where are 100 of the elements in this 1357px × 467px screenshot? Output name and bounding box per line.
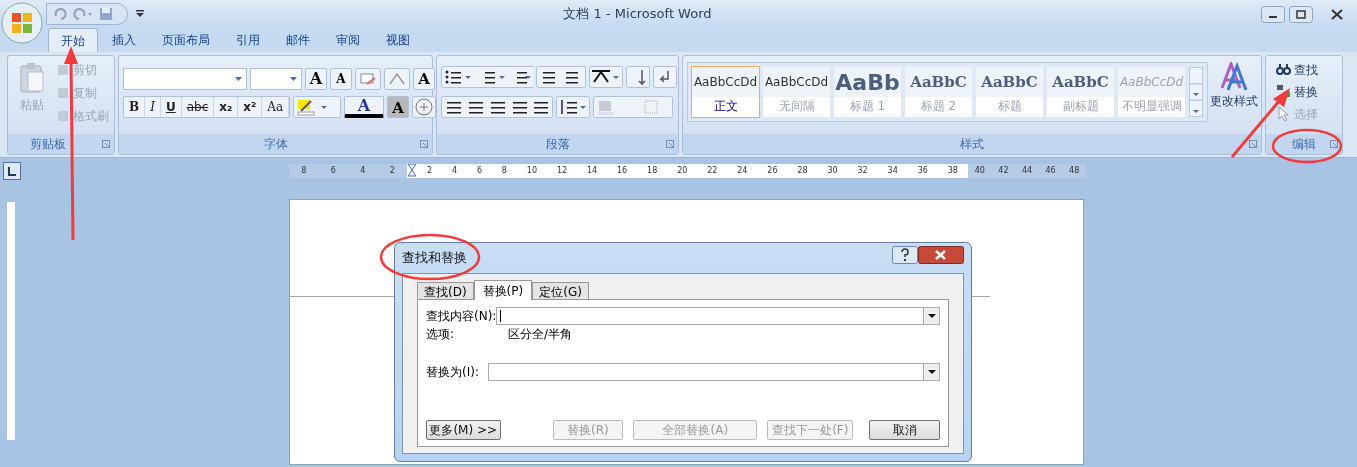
alignment-buttons-icon[interactable] [441, 96, 553, 118]
ruler-number: 44 [1021, 165, 1033, 177]
dialog-launcher-icon[interactable] [1249, 140, 1257, 148]
ruler-number: 24 [737, 165, 748, 177]
indent-buttons-icon[interactable] [536, 66, 586, 88]
ruler-number: 2 [389, 165, 395, 177]
dialog-button[interactable]: 更多(M) >> [426, 420, 501, 440]
style-name: 标题 1 [848, 98, 887, 115]
dropdown-caret-icon [927, 370, 936, 374]
style-preset[interactable]: AaBbCcDd 无间隔 [763, 67, 830, 117]
pointer-icon [1276, 106, 1291, 121]
ribbon-tab[interactable]: 引用 [224, 28, 272, 52]
editing-button[interactable]: 查找 [1276, 59, 1318, 80]
font-name-field[interactable] [123, 68, 247, 90]
ruler-number: 28 [797, 165, 808, 177]
style-preset[interactable]: AaBbC 副标题 [1047, 67, 1114, 117]
ruler-number: 18 [647, 165, 658, 177]
line-spacing-icon[interactable] [556, 96, 590, 118]
ruler-number: 42 [998, 165, 1009, 177]
font-format-button[interactable]: A [330, 68, 352, 90]
paragraph-mark-icon[interactable] [653, 66, 677, 88]
enclose-characters-icon[interactable] [412, 96, 437, 118]
ruler-number: 20 [677, 165, 688, 177]
text-cursor [500, 310, 502, 322]
save-icon[interactable] [99, 7, 113, 21]
ribbon-tab[interactable]: 页面布局 [150, 28, 222, 52]
ribbon-tab[interactable]: 开始 [48, 28, 98, 52]
style-preset[interactable]: AaBbCcDd 正文 [692, 67, 759, 117]
combo-field[interactable] [488, 363, 940, 381]
ruler-number: 12 [556, 165, 568, 177]
highlight-color-icon[interactable] [293, 96, 342, 118]
style-preview: AaBbCcDd [764, 74, 829, 91]
font-format-button[interactable]: A [305, 68, 327, 90]
help-icon[interactable] [892, 246, 918, 264]
style-preview: AaBbC [1052, 71, 1109, 93]
dialog-tab[interactable]: 查找(D) [417, 282, 474, 299]
font-format-button[interactable]: x₂ [214, 97, 239, 117]
dropdown-caret-icon [235, 77, 242, 81]
group-label: 剪贴板 [30, 136, 66, 153]
font-size-field[interactable] [250, 68, 302, 90]
font-format-button[interactable]: abc [181, 97, 215, 117]
dialog-launcher-icon[interactable] [666, 140, 674, 148]
list-buttons-icon[interactable] [441, 66, 533, 88]
sort-icon[interactable] [626, 66, 650, 88]
font-format-button[interactable]: x² [238, 97, 263, 117]
style-preview: AaBbCcDd [1119, 74, 1184, 91]
ruler-number: 4 [360, 165, 366, 177]
ruler-number: 6 [330, 165, 336, 177]
ribbon-tab[interactable]: 邮件 [274, 28, 322, 52]
style-preset[interactable]: AaBbC 标题 [976, 67, 1043, 117]
style-name: 正文 [712, 98, 739, 115]
font-format-button[interactable]: A [413, 68, 435, 90]
clear-formatting-icon[interactable] [355, 68, 381, 90]
ribbon-tab[interactable]: 审阅 [324, 28, 372, 52]
dialog-launcher-icon[interactable] [1330, 140, 1338, 148]
dialog-button[interactable]: 取消 [869, 420, 940, 440]
group-label: 段落 [545, 136, 570, 153]
ruler-number: 36 [917, 165, 928, 177]
field-label: 替换为(I): [426, 364, 479, 381]
font-format-button[interactable]: Aa [262, 97, 290, 117]
style-preview: AaBbCcDd [693, 74, 758, 91]
minimize-icon[interactable] [1261, 5, 1285, 23]
redo-icon[interactable] [53, 7, 67, 21]
restore-icon[interactable] [1289, 5, 1313, 23]
clipboard-tool-icon [56, 86, 70, 100]
style-preset[interactable]: AaBbC 标题 2 [905, 67, 972, 117]
customize-caret-icon[interactable] [136, 10, 144, 18]
dialog-tab[interactable]: 替换(P) [473, 280, 533, 300]
group-label: 样式 [960, 136, 984, 153]
close-icon[interactable] [918, 246, 964, 264]
font-format-button[interactable]: U [160, 97, 182, 117]
font-format-button[interactable]: B [124, 97, 146, 117]
gallery-scroll-icon[interactable] [1189, 67, 1203, 117]
window-title: 文档 1 - Microsoft Word [563, 5, 712, 24]
change-styles-button[interactable]: 更改样式 [1210, 56, 1258, 134]
clipboard-tool-icon [56, 63, 70, 77]
undo-icon[interactable] [73, 7, 93, 21]
tab-selector-icon[interactable] [3, 162, 21, 180]
font-format-button[interactable]: I [145, 97, 161, 117]
combo-field[interactable] [496, 307, 940, 325]
ruler-number: 40 [974, 165, 985, 177]
dialog-launcher-icon[interactable] [102, 140, 110, 148]
style-preset[interactable]: AaBb 标题 1 [834, 67, 901, 117]
style-preview: AaBbC [981, 71, 1038, 93]
ruler-number: 14 [586, 165, 598, 177]
style-preview: AaBb [835, 68, 900, 97]
change-styles-icon [1219, 62, 1249, 92]
ruler-number: 22 [707, 165, 718, 177]
options-value: 区分全/半角 [508, 326, 573, 343]
ruler-number: 6 [476, 165, 482, 177]
asian-layout-icon[interactable] [589, 66, 623, 88]
font-color-button[interactable]: A [344, 96, 385, 118]
ribbon-tab[interactable]: 插入 [100, 28, 148, 52]
dialog-tab[interactable]: 定位(G) [532, 282, 589, 299]
dialog-launcher-icon[interactable] [420, 140, 428, 148]
style-preview: AaBbC [910, 71, 967, 93]
binoculars-icon [1276, 62, 1291, 77]
ruler-number: 8 [501, 165, 507, 177]
ribbon-tab[interactable]: 视图 [374, 28, 422, 52]
character-shading-button[interactable]: A [387, 96, 410, 118]
